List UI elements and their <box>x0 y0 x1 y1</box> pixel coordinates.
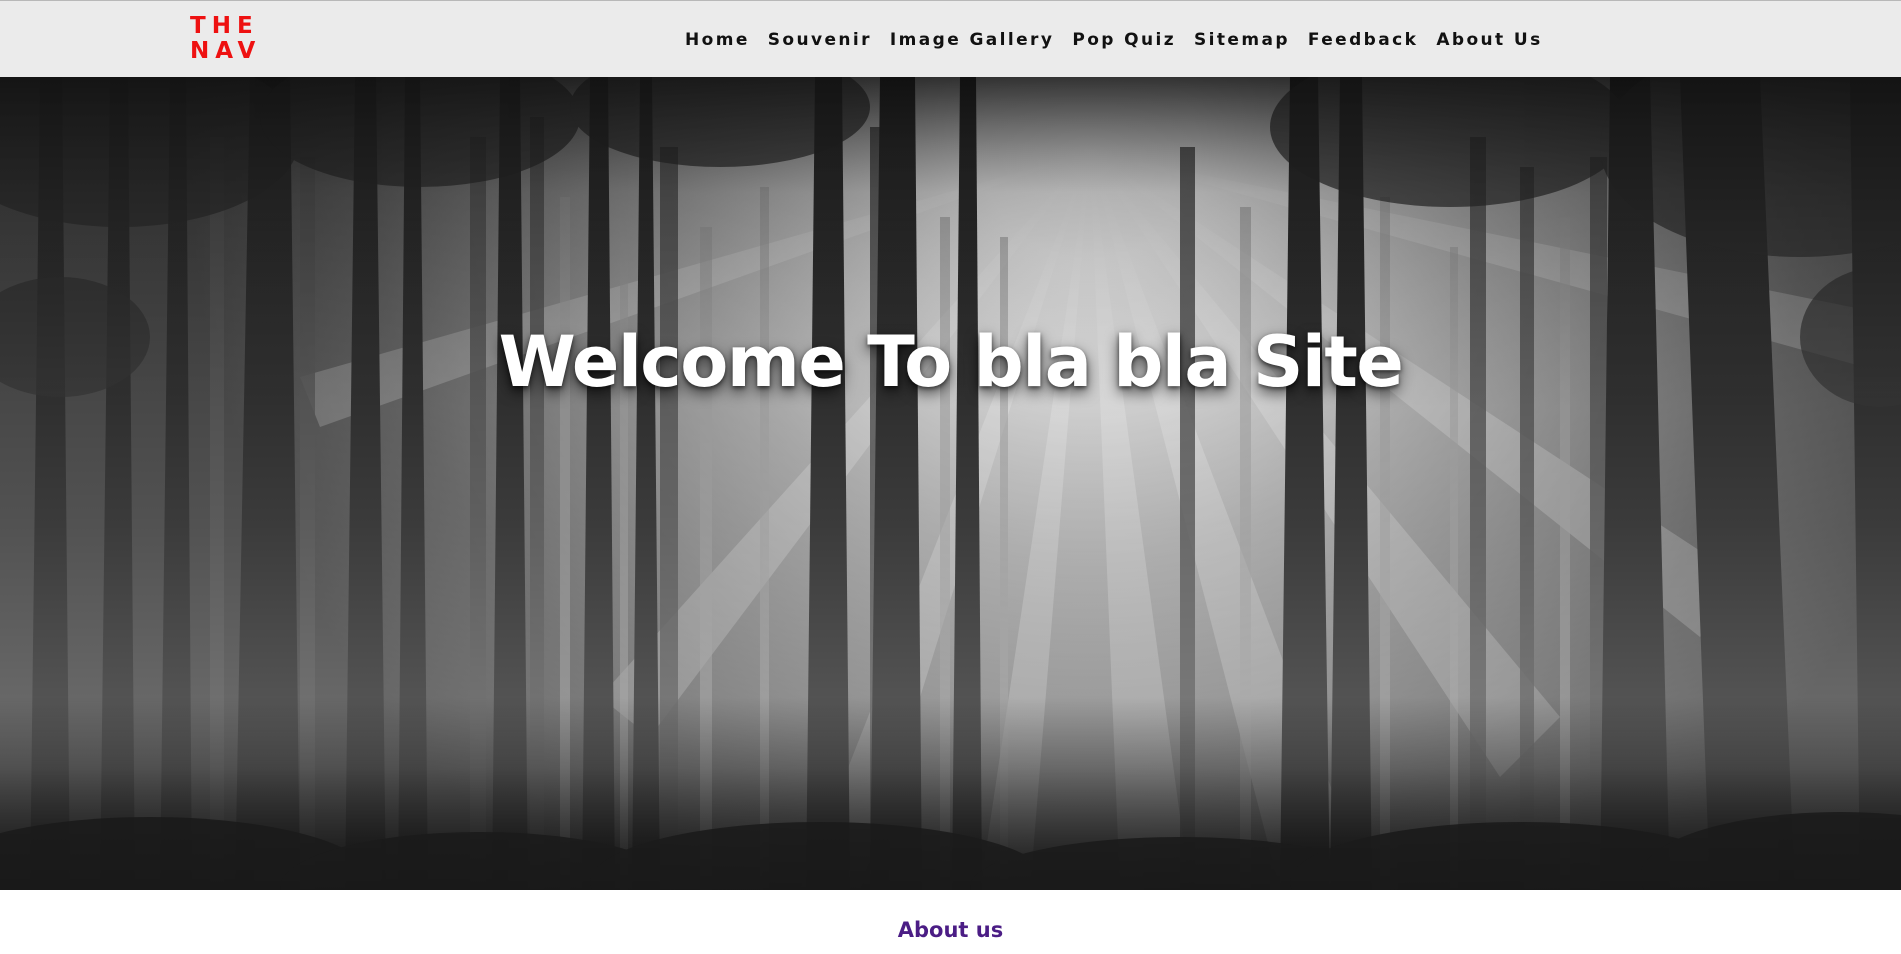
nav-link-souvenir[interactable]: Souvenir <box>768 30 872 50</box>
nav-item-sitemap: Sitemap <box>1194 30 1290 50</box>
hero-banner: Welcome To bla bla Site <box>0 77 1901 890</box>
nav-item-souvenir: Souvenir <box>768 30 872 50</box>
nav-link-sitemap[interactable]: Sitemap <box>1194 30 1290 50</box>
hero-title: Welcome To bla bla Site <box>498 321 1404 403</box>
nav-link-feedback[interactable]: Feedback <box>1308 30 1418 50</box>
nav-item-feedback: Feedback <box>1308 30 1418 50</box>
nav-link-pop-quiz[interactable]: Pop Quiz <box>1072 30 1176 50</box>
hero-background-image <box>0 77 1901 890</box>
main-nav: Home Souvenir Image Gallery Pop Quiz Sit… <box>685 1 1543 78</box>
nav-link-home[interactable]: Home <box>685 30 750 50</box>
nav-link-about-us[interactable]: About Us <box>1436 30 1542 50</box>
page: THE NAV Home Souvenir Image Gallery Pop … <box>0 0 1901 954</box>
nav-item-home: Home <box>685 30 750 50</box>
about-section: About us <box>0 890 1901 954</box>
about-heading: About us <box>897 918 1004 942</box>
nav-item-about-us: About Us <box>1436 30 1542 50</box>
top-navbar: THE NAV Home Souvenir Image Gallery Pop … <box>0 0 1901 77</box>
nav-item-pop-quiz: Pop Quiz <box>1072 30 1176 50</box>
nav-link-image-gallery[interactable]: Image Gallery <box>890 30 1054 50</box>
brand-logo-line-1: THE <box>190 13 259 39</box>
brand-logo[interactable]: THE NAV <box>190 14 280 64</box>
nav-item-image-gallery: Image Gallery <box>890 30 1054 50</box>
brand-logo-line-2: NAV <box>190 38 262 64</box>
